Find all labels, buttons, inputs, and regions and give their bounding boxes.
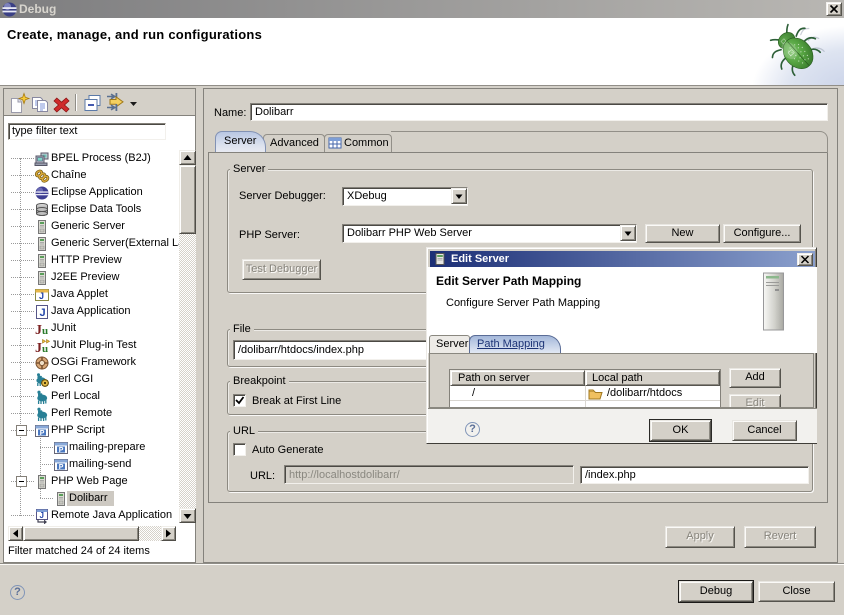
svg-text:P: P [59,464,64,471]
svg-text:P: P [59,447,64,454]
svg-text:P: P [40,430,45,437]
svg-text:J: J [35,323,42,337]
svg-text:J: J [35,341,42,354]
svg-text:u: u [42,325,48,337]
svg-text:u: u [42,343,48,354]
svg-text:J: J [39,291,44,301]
svg-text:J: J [40,511,44,520]
svg-text:J: J [40,307,46,319]
